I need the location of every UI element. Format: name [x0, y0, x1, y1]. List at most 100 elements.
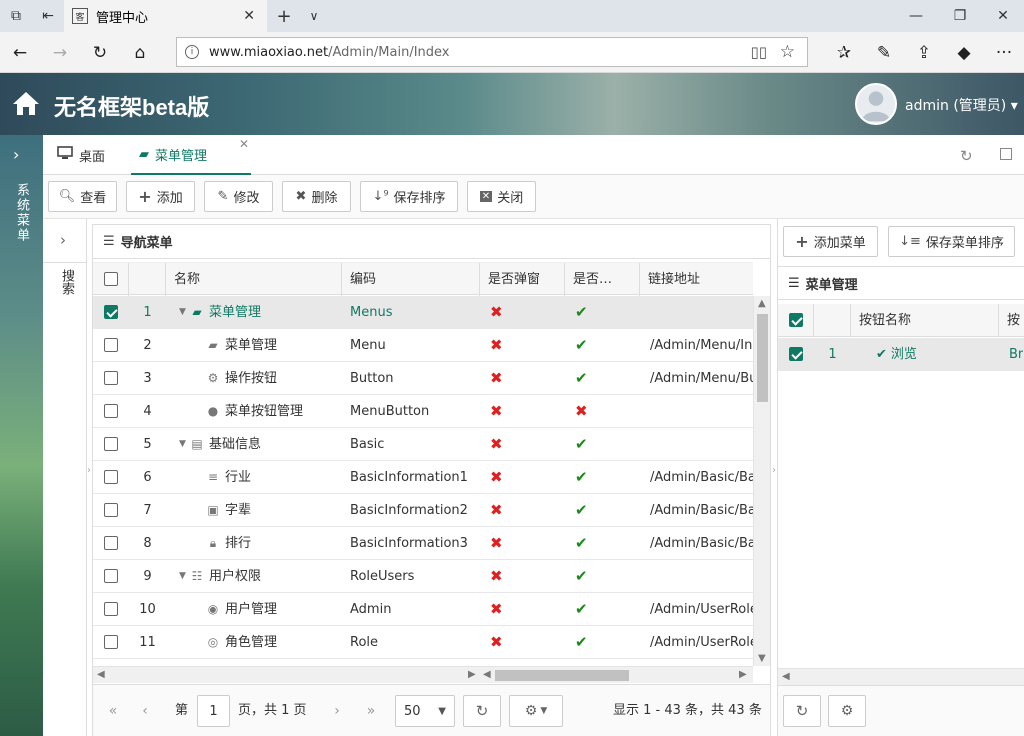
scroll-left-icon[interactable]: ◀: [97, 669, 105, 680]
tab-preview-icon[interactable]: ⧉: [0, 0, 32, 32]
close-button[interactable]: ✕ 关闭: [467, 181, 536, 212]
row-checkbox[interactable]: [104, 338, 118, 352]
row-checkbox[interactable]: [104, 437, 118, 451]
settings-dropdown[interactable]: ⚙ ▼: [509, 695, 563, 727]
first-page-icon[interactable]: «: [101, 695, 125, 727]
share-icon[interactable]: ⇪: [904, 32, 944, 73]
tab-menu-management[interactable]: ▰ 菜单管理 ✕: [131, 135, 251, 175]
set-aside-tabs-icon[interactable]: ⇤: [32, 0, 64, 32]
table-row[interactable]: 8 🔒︎ 排行 BasicInformation3 ✖ ✔ /Admin/Basic/Ba: [93, 527, 753, 560]
row-checkbox[interactable]: [104, 503, 118, 517]
table-row[interactable]: 11 ◎ 角色管理 Role ✖ ✔ /Admin/UserRole: [93, 626, 753, 659]
close-tab-icon[interactable]: ✕: [239, 137, 249, 151]
delete-button[interactable]: ✖ 删除: [282, 181, 351, 212]
scroll-down-icon[interactable]: ▼: [758, 653, 766, 664]
row-checkbox[interactable]: [104, 536, 118, 550]
table-row[interactable]: 7 ▣ 字辈 BasicInformation2 ✖ ✔ /Admin/Basic/Ba: [93, 494, 753, 527]
next-page-icon[interactable]: ›: [325, 695, 349, 727]
scroll-up-icon[interactable]: ▲: [758, 298, 766, 309]
table-row[interactable]: 10 ◉ 用户管理 Admin ✖ ✔ /Admin/UserRole: [93, 593, 753, 626]
expand-search-icon[interactable]: ›: [60, 231, 66, 249]
scroll-right-icon[interactable]: ▶: [468, 669, 476, 680]
browser-tab[interactable]: 客 管理中心 ✕: [64, 0, 267, 32]
prev-page-icon[interactable]: ‹: [133, 695, 157, 727]
sidebar-label[interactable]: 系统菜单: [11, 183, 31, 243]
row-checkbox[interactable]: [789, 347, 803, 361]
vertical-scrollbar[interactable]: ▲ ▼: [753, 296, 770, 666]
horizontal-scrollbar[interactable]: ◀ ▶ ◀ ▶: [93, 666, 753, 683]
view-button[interactable]: 🔍︎ 查看: [48, 181, 117, 212]
reading-view-icon[interactable]: ▯▯: [750, 43, 767, 61]
split-left-arrow-icon[interactable]: ›: [87, 465, 91, 476]
col-url[interactable]: 链接地址: [640, 263, 753, 296]
split-right-arrow-icon[interactable]: ›: [772, 465, 776, 476]
save-menu-order-button[interactable]: ↓≡ 保存菜单排序: [888, 226, 1015, 257]
search-strip-label[interactable]: 搜索: [57, 269, 76, 295]
table-row[interactable]: 4 ● 菜单按钮管理 MenuButton ✖ ✖: [93, 395, 753, 428]
row-checkbox[interactable]: [104, 470, 118, 484]
tree-expand-icon[interactable]: ▼: [179, 560, 186, 593]
table-row[interactable]: 1 ▼ ▰ 菜单管理 Menus ✖ ✔: [93, 296, 753, 329]
tree-expand-icon[interactable]: ▼: [179, 296, 186, 329]
table-row[interactable]: 2 ▰ 菜单管理 Menu ✖ ✔ /Admin/Menu/Ind: [93, 329, 753, 362]
minimize-icon[interactable]: —: [894, 0, 938, 32]
back-icon[interactable]: ←: [0, 32, 40, 73]
row-checkbox[interactable]: [104, 569, 118, 583]
favorites-list-icon[interactable]: ✰: [824, 32, 864, 73]
expand-sidebar-icon[interactable]: ›: [13, 145, 19, 164]
right-reload-button[interactable]: ↻: [783, 695, 821, 727]
favorite-star-icon[interactable]: ☆: [780, 42, 795, 62]
row-checkbox[interactable]: [104, 404, 118, 418]
save-order-button[interactable]: ↓⁹ 保存排序: [360, 181, 458, 212]
refresh-icon[interactable]: ↻: [80, 32, 120, 73]
table-row[interactable]: 5 ▼ ▤ 基础信息 Basic ✖ ✔: [93, 428, 753, 461]
reload-button[interactable]: ↻: [463, 695, 501, 727]
forward-icon[interactable]: →: [40, 32, 80, 73]
user-menu[interactable]: admin (管理员) ▾: [905, 95, 1018, 115]
home-icon[interactable]: [12, 89, 40, 117]
row-checkbox[interactable]: [104, 635, 118, 649]
row-checkbox[interactable]: [104, 602, 118, 616]
maximize-icon[interactable]: [1000, 148, 1012, 160]
extension-icon[interactable]: ◆: [944, 32, 984, 73]
avatar[interactable]: [855, 83, 897, 125]
close-tab-icon[interactable]: ✕: [243, 8, 255, 24]
window-close-icon[interactable]: ✕: [982, 0, 1024, 32]
edit-button[interactable]: ✎ 修改: [204, 181, 273, 212]
tab-desktop[interactable]: 桌面: [57, 135, 105, 175]
right-select-all-checkbox[interactable]: [789, 313, 803, 327]
new-tab-icon[interactable]: +: [268, 0, 300, 32]
vertical-scroll-thumb[interactable]: [757, 314, 768, 402]
right-settings-button[interactable]: ⚙: [828, 695, 866, 727]
col-code[interactable]: 编码: [342, 263, 480, 296]
table-row[interactable]: 6 ≡ 行业 BasicInformation1 ✖ ✔ /Admin/Basic/Ba: [93, 461, 753, 494]
more-icon[interactable]: ···: [984, 32, 1024, 73]
tab-list-chevron-icon[interactable]: ∨: [298, 0, 330, 32]
right-horizontal-scrollbar[interactable]: ◀: [778, 668, 1024, 685]
col-button-name[interactable]: 按钮名称: [851, 304, 999, 337]
row-checkbox[interactable]: [104, 371, 118, 385]
col-button-code[interactable]: 按: [999, 304, 1024, 337]
url-field[interactable]: i www.miaoxiao.net/Admin/Main/Index ▯▯ ☆: [176, 37, 808, 67]
row-checkbox[interactable]: [104, 305, 118, 319]
add-button[interactable]: + 添加: [126, 181, 195, 212]
header-checkbox-cell[interactable]: [93, 263, 129, 296]
last-page-icon[interactable]: »: [359, 695, 383, 727]
col-name[interactable]: 名称: [166, 263, 342, 296]
restore-icon[interactable]: ❐: [938, 0, 982, 32]
scroll-left-icon[interactable]: ◀: [782, 671, 790, 682]
table-row[interactable]: 3 ⚙ 操作按钮 Button ✖ ✔ /Admin/Menu/Bu: [93, 362, 753, 395]
scroll-left-icon[interactable]: ◀: [483, 669, 491, 680]
page-size-select[interactable]: 50 ▼: [395, 695, 455, 727]
tree-expand-icon[interactable]: ▼: [179, 428, 186, 461]
refresh-tab-icon[interactable]: ↻: [960, 147, 973, 165]
col-popup[interactable]: 是否弹窗: [480, 263, 565, 296]
page-number-input[interactable]: 1: [197, 695, 230, 727]
info-icon[interactable]: i: [185, 45, 199, 59]
scroll-right-icon[interactable]: ▶: [739, 669, 747, 680]
notes-pen-icon[interactable]: ✎: [864, 32, 904, 73]
home-page-icon[interactable]: ⌂: [120, 32, 160, 73]
table-row[interactable]: 1 ✔ 浏览 Br: [778, 338, 1024, 371]
add-menu-button[interactable]: + 添加菜单: [783, 226, 878, 257]
col-enabled[interactable]: 是否…: [565, 263, 640, 296]
